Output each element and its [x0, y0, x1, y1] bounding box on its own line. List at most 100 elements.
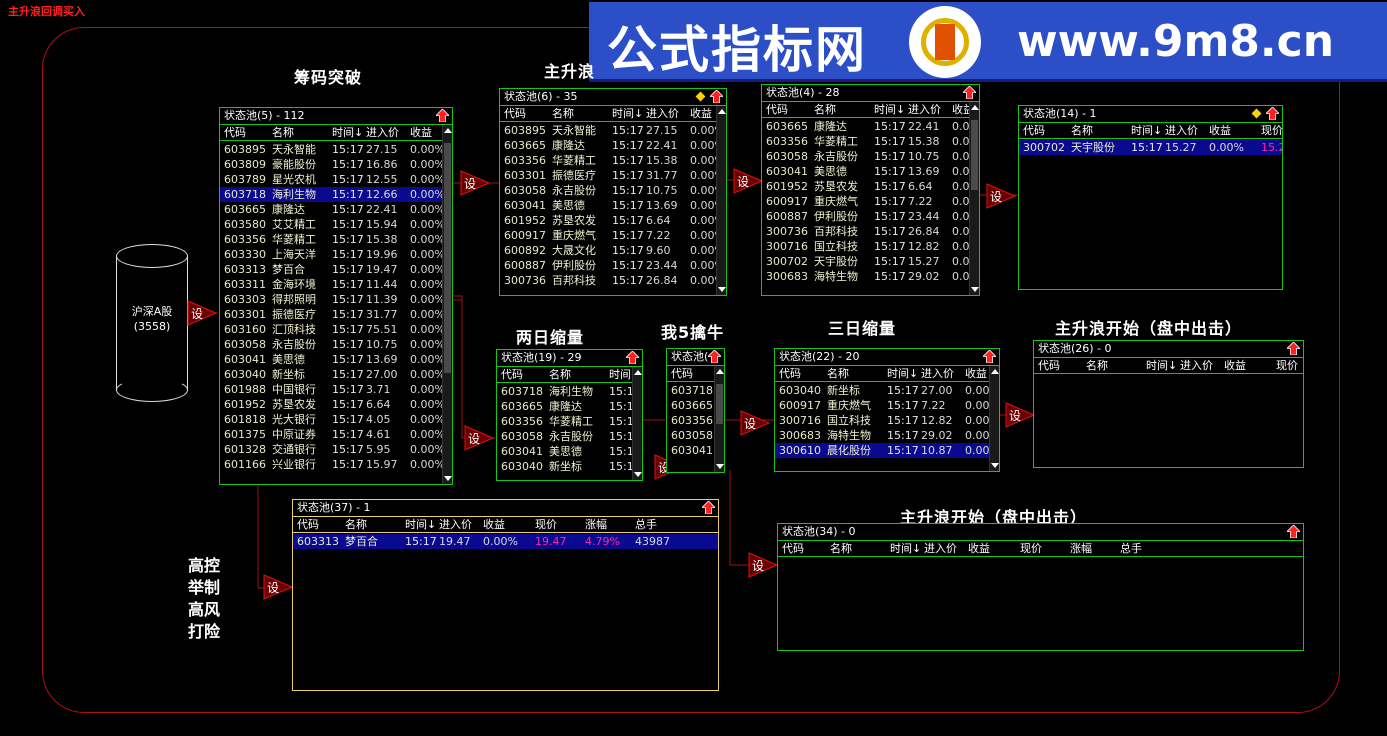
table-row[interactable]: 603160 汇顶科技 15:17 75.51 0.00% [220, 322, 452, 337]
column-header[interactable]: 进入价 [1180, 358, 1213, 374]
set-button[interactable]: 设 [733, 168, 763, 194]
pool-19-panel[interactable]: 状态池(19) - 29 代码 名称 时间 603718 海利生物 15:1 603665 康隆… [496, 349, 643, 481]
table-row[interactable]: 603330 上海天洋 15:17 19.96 0.00% [220, 247, 452, 262]
column-header[interactable]: 名称 [1086, 358, 1108, 374]
table-row[interactable]: 603665 康隆达 15:17 22.41 0.00% [220, 202, 452, 217]
up-arrow-icon[interactable] [626, 351, 639, 364]
source-market-cylinder[interactable]: 沪深A股 (3558) [116, 244, 188, 402]
scroll-down-icon[interactable] [991, 463, 999, 468]
column-header[interactable]: 代码 [504, 106, 526, 122]
column-header[interactable]: 现价 [535, 517, 557, 533]
column-header[interactable]: 时间↓ [874, 102, 905, 118]
up-arrow-icon[interactable] [963, 86, 976, 99]
scroll-up-icon[interactable] [991, 369, 999, 374]
table-row[interactable]: 300736 百邦科技 15:17 26.84 0.00 [762, 224, 979, 239]
table-row[interactable]: 300716 国立科技 15:17 12.82 0.00 [762, 239, 979, 254]
column-header[interactable]: 代码 [766, 102, 788, 118]
up-arrow-icon[interactable] [708, 350, 721, 363]
table-row[interactable]: 603041 美思德 15:17 13.69 0.00% [500, 198, 726, 213]
table-row[interactable]: 601375 中原证券 15:17 4.61 0.00% [220, 427, 452, 442]
column-header[interactable]: 进入价 [924, 541, 957, 557]
column-header[interactable]: 收益 [690, 106, 712, 122]
pool-22-panel[interactable]: 状态池(22) - 20 代码 名称 时间↓ 进入价 收益 603040 新坐标 15:17 27… [774, 348, 1000, 472]
scrollbar[interactable] [442, 125, 452, 484]
up-arrow-icon[interactable] [983, 350, 996, 363]
column-header[interactable]: 名称 [552, 106, 574, 122]
column-header[interactable]: 收益 [410, 125, 432, 141]
column-header[interactable]: 代码 [1038, 358, 1060, 374]
scrollbar[interactable] [989, 366, 999, 471]
pool-26-panel[interactable]: 状态池(26) - 0 代码 名称 时间↓ 进入价 收益 现价 [1033, 340, 1304, 468]
table-row[interactable]: 603809 豪能股份 15:17 16.86 0.00% [220, 157, 452, 172]
table-row[interactable]: 603041 美思德 15:17 13.69 0.00% [220, 352, 452, 367]
scroll-up-icon[interactable] [634, 370, 642, 375]
column-header[interactable]: 时间↓ [332, 125, 363, 141]
scroll-down-icon[interactable] [718, 287, 726, 292]
set-button[interactable]: 设 [460, 170, 490, 196]
set-button[interactable]: 设 [986, 183, 1016, 209]
table-row[interactable]: 300683 海特生物 15:17 29.02 0.00 [762, 269, 979, 284]
table-row[interactable]: 603040 新坐标 15:17 27.00 0.00% [220, 367, 452, 382]
up-arrow-icon[interactable] [1287, 342, 1300, 355]
column-header[interactable]: 时间↓ [612, 106, 643, 122]
column-header[interactable]: 名称 [814, 102, 836, 118]
column-header-row[interactable]: 代码 名称 时间↓ 进入价 收益 现价 涨幅 总手 [778, 541, 1303, 557]
table-row[interactable]: 603313 梦百合 15:17 19.47 0.00% 19.47 4.79% 43987 [293, 534, 718, 549]
column-header[interactable]: 时间 [609, 367, 631, 383]
scroll-up-icon[interactable] [971, 105, 979, 110]
column-header[interactable]: 时间↓ [1131, 123, 1162, 139]
column-header[interactable]: 收益 [483, 517, 505, 533]
column-header[interactable]: 收益 [968, 541, 990, 557]
column-header[interactable]: 代码 [224, 125, 246, 141]
table-row[interactable]: 603058 永吉股份 15:17 10.75 0.00 [762, 149, 979, 164]
column-header-row[interactable]: 代码 名称 时间↓ 进入价 收益 [500, 106, 726, 122]
set-button[interactable]: 设 [187, 300, 217, 326]
table-row[interactable]: 600887 伊利股份 15:17 23.44 0.00% [500, 258, 726, 273]
pool-4-panel[interactable]: 状态池(4) - 28 代码 名称 时间↓ 进入价 收益 603665 康隆达 15:17 22.… [761, 84, 980, 296]
table-row[interactable]: 300610 晨化股份 15:17 10.87 0.00 [775, 443, 999, 458]
column-header[interactable]: 进入价 [908, 102, 941, 118]
scroll-up-icon[interactable] [444, 128, 452, 133]
up-arrow-icon[interactable] [702, 501, 715, 514]
table-row[interactable]: 603895 天永智能 15:17 27.15 0.00% [220, 142, 452, 157]
table-row[interactable]: 601818 光大银行 15:17 4.05 0.00% [220, 412, 452, 427]
table-row[interactable]: 603040 新坐标 15:17 27.00 0.00 [775, 383, 999, 398]
table-row[interactable]: 600887 伊利股份 15:17 23.44 0.00 [762, 209, 979, 224]
table-row[interactable]: 601988 中国银行 15:17 3.71 0.00% [220, 382, 452, 397]
set-button[interactable]: 设 [748, 552, 778, 578]
column-header-row[interactable]: 代码 名称 时间↓ 进入价 收益 [775, 366, 999, 382]
set-button[interactable]: 设 [1005, 402, 1035, 428]
table-row[interactable]: 300736 百邦科技 15:17 26.84 0.00% [500, 273, 726, 288]
scrollbar[interactable] [632, 367, 642, 480]
table-row[interactable]: 603303 得邦照明 15:17 11.39 0.00% [220, 292, 452, 307]
scroll-up-icon[interactable] [716, 369, 724, 374]
table-row[interactable]: 601952 苏垦农发 15:17 6.64 0.00% [220, 397, 452, 412]
column-header[interactable]: 总手 [1120, 541, 1142, 557]
table-row[interactable]: 601166 兴业银行 15:17 15.97 0.00% [220, 457, 452, 472]
table-row[interactable]: 600917 重庆燃气 15:17 7.22 0.00% [500, 228, 726, 243]
column-header[interactable]: 名称 [1071, 123, 1093, 139]
column-header-row[interactable]: 代码 名称 时间↓ 进入价 收益 [220, 125, 452, 141]
table-row[interactable]: 601952 苏垦农发 15:17 6.64 0.00% [500, 213, 726, 228]
column-header[interactable]: 现价 [1020, 541, 1042, 557]
table-row[interactable]: 603313 梦百合 15:17 19.47 0.00% [220, 262, 452, 277]
column-header[interactable]: 收益 [1224, 358, 1246, 374]
table-row[interactable]: 300702 天宇股份 15:17 15.27 0.00 [762, 254, 979, 269]
pool-37-panel[interactable]: 状态池(37) - 1 代码 名称 时间↓ 进入价 收益 现价 涨幅 总手 603313 梦百合 15… [292, 499, 719, 691]
table-row[interactable]: 603041 美思德 15:17 13.69 0.00 [762, 164, 979, 179]
column-header[interactable]: 进入价 [646, 106, 679, 122]
column-header[interactable]: 时间↓ [405, 517, 436, 533]
column-header-row[interactable]: 代码 名称 时间↓ 进入价 收益 现价 涨幅 总手 [293, 517, 718, 533]
table-row[interactable]: 603301 振德医疗 15:17 31.77 0.00% [220, 307, 452, 322]
table-row[interactable]: 603580 艾艾精工 15:17 15.94 0.00% [220, 217, 452, 232]
scroll-down-icon[interactable] [634, 472, 642, 477]
column-header[interactable]: 进入价 [439, 517, 472, 533]
set-button[interactable]: 设 [740, 410, 770, 436]
table-row[interactable]: 601328 交通银行 15:17 5.95 0.00% [220, 442, 452, 457]
table-row[interactable]: 603041 美思德 15:1 [497, 444, 642, 459]
column-header-row[interactable]: 代码 名称 时间 [497, 367, 642, 383]
table-row[interactable]: 601952 苏垦农发 15:17 6.64 0.00 [762, 179, 979, 194]
set-button[interactable]: 设 [464, 425, 494, 451]
table-row[interactable]: 600892 大晟文化 15:17 9.60 0.00% [500, 243, 726, 258]
column-header[interactable]: 代码 [671, 366, 693, 382]
